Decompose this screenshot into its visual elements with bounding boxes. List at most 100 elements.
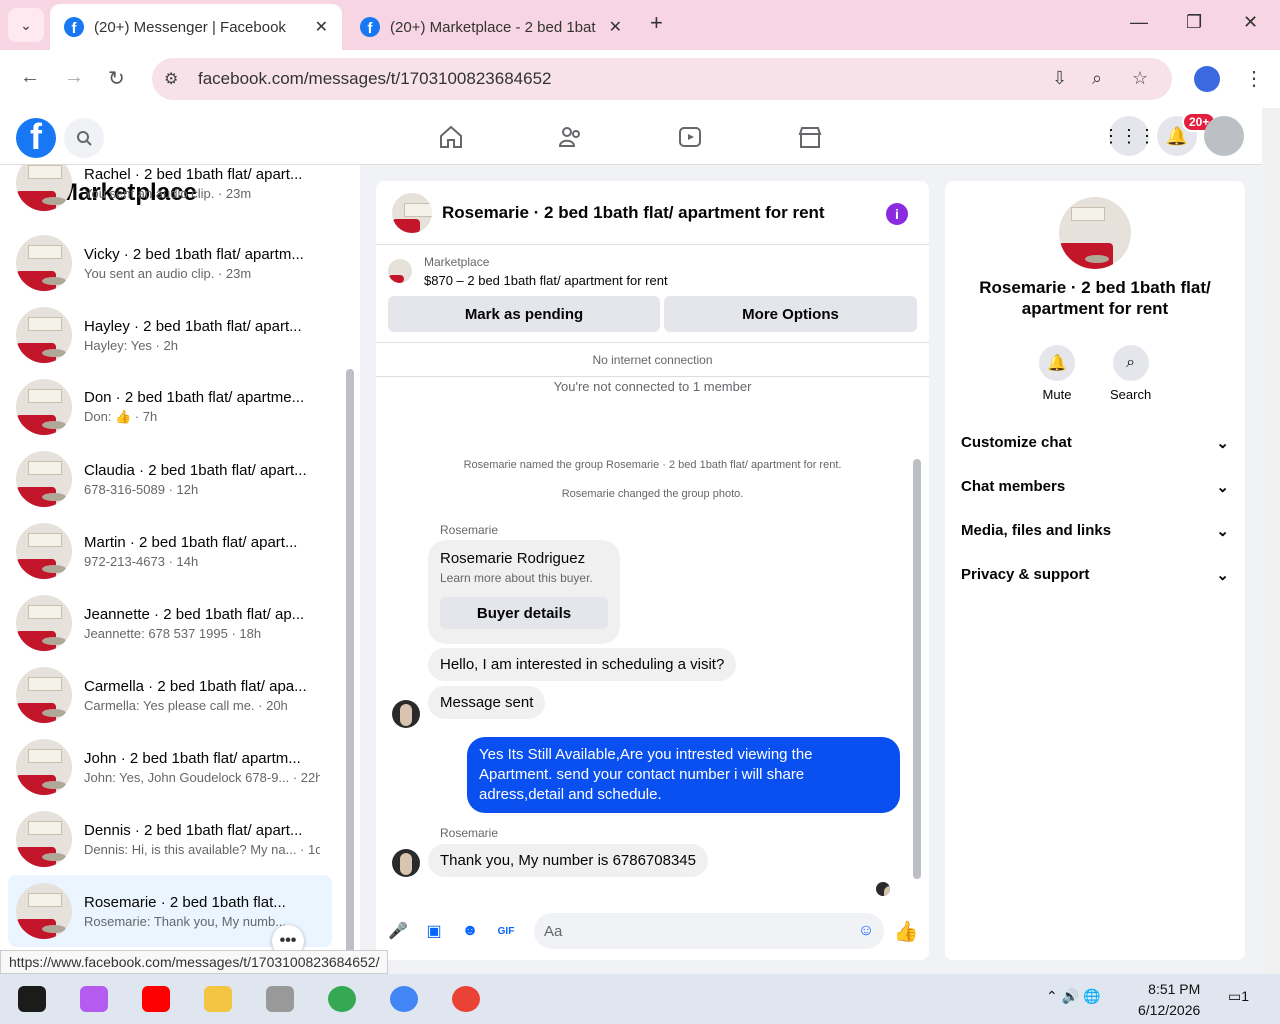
url-bar[interactable]: ⚙ facebook.com/messages/t/17031008236846… [152, 58, 1172, 100]
buyer-card: Rosemarie Rodriguez Learn more about thi… [428, 540, 620, 644]
restore-icon[interactable]: ❐ [1186, 12, 1202, 33]
conversation-preview: You sent an audio clip. · 23m [84, 185, 252, 201]
not-connected-text: You're not connected to 1 member [553, 379, 752, 394]
marketplace-icon[interactable] [797, 124, 823, 150]
bell-icon: 🔔 [1039, 345, 1075, 381]
site-info-icon[interactable]: ⚙ [164, 69, 178, 89]
close-window-icon[interactable]: ✕ [1243, 12, 1258, 33]
system-tray-icons[interactable]: ⌃ 🔊 🌐 [1046, 988, 1100, 1005]
conversation-preview: Don: 👍 · 7h [84, 409, 158, 424]
search-icon[interactable] [64, 118, 104, 158]
search-action[interactable]: ⌕ Search [1110, 345, 1151, 402]
browser-profile-icon[interactable] [1194, 66, 1220, 92]
chrome-icon[interactable] [328, 986, 356, 1012]
start-icon[interactable] [18, 986, 46, 1012]
youtube-icon[interactable] [142, 986, 170, 1012]
buyer-details-button[interactable]: Buyer details [440, 597, 608, 629]
divider [376, 376, 929, 377]
group-photo[interactable] [1059, 197, 1131, 269]
listing-thumbnail [16, 235, 72, 291]
clock-time: 8:51 PM [1148, 981, 1201, 997]
conversation-item[interactable]: Jeannette · 2 bed 1bath flat/ ap... Jeann… [8, 587, 332, 659]
outgoing-message-bubble: Yes Its Still Available,Are you intreste… [467, 737, 900, 813]
privacy-support-row[interactable]: Privacy & support ⌄ [961, 566, 1229, 584]
mute-action[interactable]: 🔔 Mute [1039, 345, 1075, 402]
conversation-name: John · 2 bed 1bath flat/ apartm... [84, 749, 301, 767]
new-tab-button[interactable]: + [650, 10, 663, 36]
conversation-item[interactable]: Carmella · 2 bed 1bath flat/ apa... Carme… [8, 659, 332, 731]
facebook-logo-icon[interactable]: f [16, 118, 56, 158]
clock[interactable]: 8:51 PM 6/12/2026 [1138, 979, 1200, 1021]
page-scrollbar[interactable] [1262, 108, 1280, 974]
conversation-item[interactable]: Claudia · 2 bed 1bath flat/ apart... 678-… [8, 443, 332, 515]
tab-messenger[interactable]: f (20+) Messenger | Facebook ✕ [50, 4, 342, 50]
message-placeholder: Aa [544, 922, 563, 940]
notification-center-icon[interactable]: ▭1 [1228, 988, 1249, 1005]
conversation-preview: John: Yes, John Goudelock 678-9... · 22h [84, 769, 320, 785]
thumbs-up-icon[interactable]: 👍 [894, 921, 919, 943]
close-tab-icon[interactable]: ✕ [609, 17, 622, 37]
chrome-icon[interactable] [452, 986, 480, 1012]
chrome-icon[interactable] [390, 986, 418, 1012]
chat-header: Rosemarie · 2 bed 1bath flat/ apartment … [376, 181, 929, 245]
more-options-button[interactable]: More Options [664, 296, 917, 332]
conversation-preview: Jeannette: 678 537 1995 · 18h [84, 625, 262, 641]
emoji-icon[interactable]: ☺ [856, 921, 876, 941]
media-files-row[interactable]: Media, files and links ⌄ [961, 522, 1229, 540]
account-avatar[interactable] [1204, 116, 1244, 156]
read-receipt-avatar [876, 882, 890, 896]
conversation-item[interactable]: John · 2 bed 1bath flat/ apartm... John: … [8, 731, 332, 803]
file-explorer-icon[interactable] [204, 986, 232, 1012]
zoom-icon[interactable]: ⌕ [1092, 68, 1102, 89]
sticker-icon[interactable]: ☻ [460, 921, 480, 941]
info-icon[interactable]: i [886, 203, 908, 225]
minimize-icon[interactable]: — [1130, 12, 1148, 33]
browser-tab-bar: ⌄ f (20+) Messenger | Facebook ✕ f (20+)… [0, 0, 1280, 50]
listing-thumbnail [16, 739, 72, 795]
message-input[interactable]: Aa [534, 913, 884, 949]
conversation-item[interactable]: Martin · 2 bed 1bath flat/ apart... 972-2… [8, 515, 332, 587]
forward-icon[interactable]: → [64, 66, 84, 89]
listing-price: $870 – 2 bed 1bath flat/ apartment for r… [424, 273, 668, 288]
sidebar-scrollbar[interactable] [344, 217, 356, 974]
chat-members-row[interactable]: Chat members ⌄ [961, 478, 1229, 496]
chat-title[interactable]: Rosemarie · 2 bed 1bath flat/ apartment … [442, 203, 825, 223]
gif-icon[interactable]: GIF [496, 921, 516, 941]
chat-avatar[interactable] [392, 192, 432, 233]
copilot-icon[interactable] [80, 986, 108, 1012]
sender-avatar[interactable] [392, 700, 420, 728]
conversation-item[interactable]: Don · 2 bed 1bath flat/ apartme... Don: 👍… [8, 371, 332, 443]
reload-icon[interactable]: ↻ [108, 66, 125, 91]
tab-marketplace[interactable]: f (20+) Marketplace - 2 bed 1bat ✕ [346, 4, 636, 50]
section-label: Customize chat [961, 434, 1072, 451]
divider [376, 342, 929, 343]
sender-avatar[interactable] [392, 849, 420, 877]
address-toolbar: ← → ↻ ⚙ facebook.com/messages/t/17031008… [0, 50, 1280, 108]
photo-icon[interactable]: ▣ [424, 921, 444, 941]
customize-chat-row[interactable]: Customize chat ⌄ [961, 434, 1229, 452]
listing-thumbnail [16, 379, 72, 435]
listing-thumbnail [16, 307, 72, 363]
tab-search-button[interactable]: ⌄ [8, 8, 44, 42]
bookmark-star-icon[interactable]: ☆ [1132, 68, 1148, 89]
conversation-item[interactable]: Hayley · 2 bed 1bath flat/ apart... Hayle… [8, 299, 332, 371]
back-icon[interactable]: ← [20, 66, 40, 89]
video-icon[interactable] [677, 124, 703, 150]
conversation-item[interactable]: Rachel · 2 bed 1bath flat/ apart... You s… [8, 165, 332, 219]
menu-grid-icon[interactable]: ⋮⋮⋮ [1102, 116, 1156, 156]
browser-menu-icon[interactable]: ⋮ [1244, 66, 1264, 91]
mark-pending-button[interactable]: Mark as pending [388, 296, 660, 332]
chat-scrollbar[interactable] [913, 459, 921, 879]
home-icon[interactable] [438, 124, 464, 150]
conversation-name: Jeannette · 2 bed 1bath flat/ ap... [84, 605, 305, 623]
conversation-name: Carmella · 2 bed 1bath flat/ apa... [84, 677, 307, 695]
group-name: Rosemarie · 2 bed 1bath flat/ apartment … [979, 278, 1211, 318]
conversation-item[interactable]: Vicky · 2 bed 1bath flat/ apartm... You s… [8, 227, 332, 299]
install-icon[interactable]: ⇩ [1052, 68, 1067, 89]
snipping-tool-icon[interactable] [266, 986, 294, 1012]
microphone-icon[interactable]: 🎤 [388, 921, 408, 941]
close-tab-icon[interactable]: ✕ [315, 17, 328, 37]
friends-icon[interactable] [558, 124, 584, 150]
conversation-item[interactable]: Dennis · 2 bed 1bath flat/ apart... Denni… [8, 803, 332, 875]
listing-card[interactable]: Marketplace $870 – 2 bed 1bath flat/ apa… [388, 255, 668, 288]
